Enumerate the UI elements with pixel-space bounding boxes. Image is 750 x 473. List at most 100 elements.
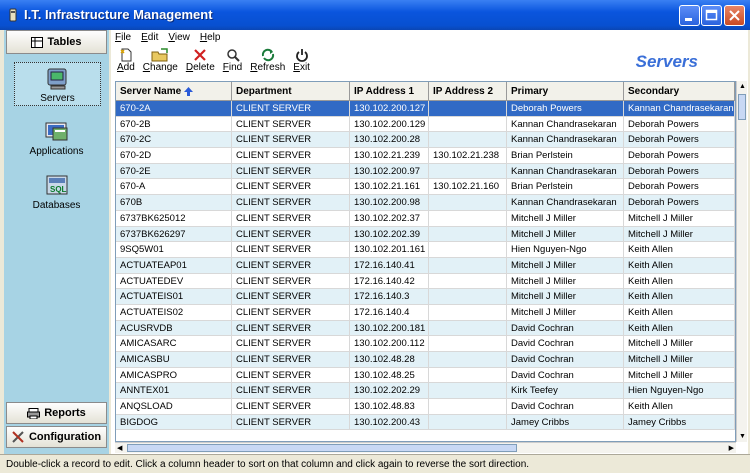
cell-primary: Mitchell J Miller bbox=[507, 210, 624, 226]
configuration-label: Configuration bbox=[28, 431, 102, 443]
column-header-department[interactable]: Department bbox=[232, 82, 350, 100]
cell-server-name: BIGDOG bbox=[116, 414, 232, 430]
cell-ip-address-1: 130.102.200.43 bbox=[350, 414, 429, 430]
table-row[interactable]: 670-2D CLIENT SERVER 130.102.21.239 130.102… bbox=[116, 148, 735, 164]
table-row[interactable]: 670-2A CLIENT SERVER 130.102.200.127 Debora… bbox=[116, 101, 735, 117]
add-button[interactable]: Add bbox=[117, 48, 135, 73]
column-header-primary[interactable]: Primary bbox=[507, 82, 624, 100]
cell-department: CLIENT SERVER bbox=[232, 195, 350, 210]
table-row[interactable]: ACTUATEDEV CLIENT SERVER 172.16.140.42 Mitc… bbox=[116, 273, 735, 290]
exit-button[interactable]: Exit bbox=[293, 48, 310, 73]
nav-item-applications[interactable]: Applications bbox=[14, 116, 99, 158]
vertical-scroll-thumb[interactable] bbox=[738, 94, 746, 120]
table-row[interactable]: 6737BK625012 CLIENT SERVER 130.102.202.37 M… bbox=[116, 210, 735, 227]
table-row[interactable]: ANQSLOAD CLIENT SERVER 130.102.48.83 David … bbox=[116, 399, 735, 415]
cell-secondary: Mitchell J Miller bbox=[624, 336, 735, 351]
cell-ip-address-1: 172.16.140.42 bbox=[350, 273, 429, 289]
nav-item-databases[interactable]: SQL Databases bbox=[14, 170, 99, 212]
table-row[interactable]: ANNTEX01 CLIENT SERVER 130.102.202.29 Kirk … bbox=[116, 383, 735, 400]
nav-item-label: Databases bbox=[32, 200, 81, 211]
table-row[interactable]: ACTUATEAP01 CLIENT SERVER 172.16.140.41 Mit… bbox=[116, 257, 735, 274]
cell-server-name: 6737BK626297 bbox=[116, 226, 232, 242]
cell-ip-address-2: 130.102.21.238 bbox=[429, 148, 507, 163]
table-row[interactable]: 670-A CLIENT SERVER 130.102.21.161 130.102.… bbox=[116, 179, 735, 196]
column-header-server-name[interactable]: Server Name bbox=[116, 82, 232, 100]
column-header-secondary[interactable]: Secondary bbox=[624, 82, 735, 100]
table-row[interactable]: ACTUATEIS02 CLIENT SERVER 172.16.140.4 Mitc… bbox=[116, 304, 735, 321]
table-row[interactable]: BIGDOG CLIENT SERVER 130.102.200.43 Jamey C… bbox=[116, 414, 735, 431]
cell-ip-address-1: 130.102.202.37 bbox=[350, 210, 429, 226]
table-row[interactable]: 6737BK626297 CLIENT SERVER 130.102.202.39 M… bbox=[116, 226, 735, 243]
table-row[interactable]: ACUSRVDB CLIENT SERVER 130.102.200.181 Davi… bbox=[116, 320, 735, 337]
maximize-button[interactable] bbox=[701, 5, 722, 26]
cell-server-name: ANNTEX01 bbox=[116, 383, 232, 399]
find-button[interactable]: Find bbox=[223, 48, 242, 73]
cell-ip-address-1: 130.102.21.161 bbox=[350, 179, 429, 195]
servers-table: Server Name Department IP Address 1 IP A… bbox=[115, 81, 736, 442]
cell-server-name: AMICASARC bbox=[116, 336, 232, 351]
refresh-button[interactable]: Refresh bbox=[250, 48, 285, 73]
scroll-up-icon[interactable]: ▲ bbox=[739, 82, 746, 91]
cell-ip-address-1: 130.102.200.127 bbox=[350, 101, 429, 116]
table-row[interactable]: AMICASBU CLIENT SERVER 130.102.48.28 David … bbox=[116, 352, 735, 368]
cell-secondary: Deborah Powers bbox=[624, 116, 735, 132]
cell-server-name: ACTUATEAP01 bbox=[116, 257, 232, 273]
cell-server-name: 6737BK625012 bbox=[116, 210, 232, 226]
cell-ip-address-2 bbox=[429, 226, 507, 242]
cell-primary: Brian Perlstein bbox=[507, 148, 624, 163]
cell-department: CLIENT SERVER bbox=[232, 383, 350, 399]
exit-label: Exit bbox=[293, 62, 310, 73]
menu-view[interactable]: View bbox=[164, 30, 196, 46]
cell-secondary: Keith Allen bbox=[624, 273, 735, 289]
nav-item-servers[interactable]: Servers bbox=[14, 62, 101, 106]
table-row[interactable]: 670-2E CLIENT SERVER 130.102.200.97 Kannan … bbox=[116, 163, 735, 180]
app-icon bbox=[9, 8, 17, 22]
horizontal-scroll-thumb[interactable] bbox=[127, 444, 517, 452]
cell-ip-address-1: 130.102.200.97 bbox=[350, 163, 429, 179]
cell-ip-address-2 bbox=[429, 289, 507, 304]
scroll-down-icon[interactable]: ▼ bbox=[739, 432, 746, 441]
column-header-ip-address-2[interactable]: IP Address 2 bbox=[429, 82, 507, 100]
cell-primary: Kannan Chandrasekaran bbox=[507, 163, 624, 179]
menu-help[interactable]: Help bbox=[196, 30, 227, 46]
table-row[interactable]: 9SQ5W01 CLIENT SERVER 130.102.201.161 Hien … bbox=[116, 242, 735, 258]
cell-secondary: Keith Allen bbox=[624, 320, 735, 336]
window-title: I.T. Infrastructure Management bbox=[24, 7, 213, 22]
menu-file[interactable]: File bbox=[111, 30, 137, 46]
close-button[interactable] bbox=[724, 5, 745, 26]
vertical-scrollbar[interactable]: ▲ ▼ bbox=[736, 81, 747, 442]
cell-ip-address-2 bbox=[429, 367, 507, 383]
table-row[interactable]: 670B CLIENT SERVER 130.102.200.98 Kannan Ch… bbox=[116, 195, 735, 211]
cell-primary: Mitchell J Miller bbox=[507, 273, 624, 289]
column-header-ip-address-1[interactable]: IP Address 1 bbox=[350, 82, 429, 100]
cell-department: CLIENT SERVER bbox=[232, 210, 350, 226]
reports-button[interactable]: Reports bbox=[6, 402, 107, 424]
cell-ip-address-1: 130.102.200.112 bbox=[350, 336, 429, 351]
cell-department: CLIENT SERVER bbox=[232, 163, 350, 179]
minimize-button[interactable] bbox=[679, 5, 700, 26]
cell-server-name: 670-2D bbox=[116, 148, 232, 163]
navigation-panel: Tables Servers Applications SQL Database… bbox=[4, 30, 109, 454]
cell-ip-address-1: 172.16.140.41 bbox=[350, 257, 429, 273]
menu-edit[interactable]: Edit bbox=[137, 30, 164, 46]
scroll-left-icon[interactable]: ◀ bbox=[117, 444, 122, 453]
cell-secondary: Keith Allen bbox=[624, 304, 735, 320]
scroll-right-icon[interactable]: ▶ bbox=[729, 444, 734, 453]
table-row[interactable]: ACTUATEIS01 CLIENT SERVER 172.16.140.3 Mitc… bbox=[116, 289, 735, 305]
panel-title: Servers bbox=[635, 52, 698, 71]
cell-primary: David Cochran bbox=[507, 320, 624, 336]
cell-secondary: Keith Allen bbox=[624, 399, 735, 414]
delete-button[interactable]: Delete bbox=[186, 48, 215, 73]
horizontal-scrollbar[interactable]: ◀ ▶ bbox=[115, 442, 736, 453]
table-row[interactable]: AMICASPRO CLIENT SERVER 130.102.48.25 David… bbox=[116, 367, 735, 384]
cell-ip-address-1: 172.16.140.3 bbox=[350, 289, 429, 304]
tables-button[interactable]: Tables bbox=[6, 30, 107, 54]
change-button[interactable]: Change bbox=[143, 48, 178, 73]
table-row[interactable]: AMICASARC CLIENT SERVER 130.102.200.112 Dav… bbox=[116, 336, 735, 352]
table-row[interactable]: 670-2B CLIENT SERVER 130.102.200.129 Kannan… bbox=[116, 116, 735, 133]
configuration-button[interactable]: Configuration bbox=[6, 426, 107, 448]
cell-ip-address-1: 130.102.202.29 bbox=[350, 383, 429, 399]
table-row[interactable]: 670-2C CLIENT SERVER 130.102.200.28 Kannan … bbox=[116, 132, 735, 149]
cell-ip-address-2 bbox=[429, 273, 507, 289]
cell-ip-address-1: 130.102.200.181 bbox=[350, 320, 429, 336]
